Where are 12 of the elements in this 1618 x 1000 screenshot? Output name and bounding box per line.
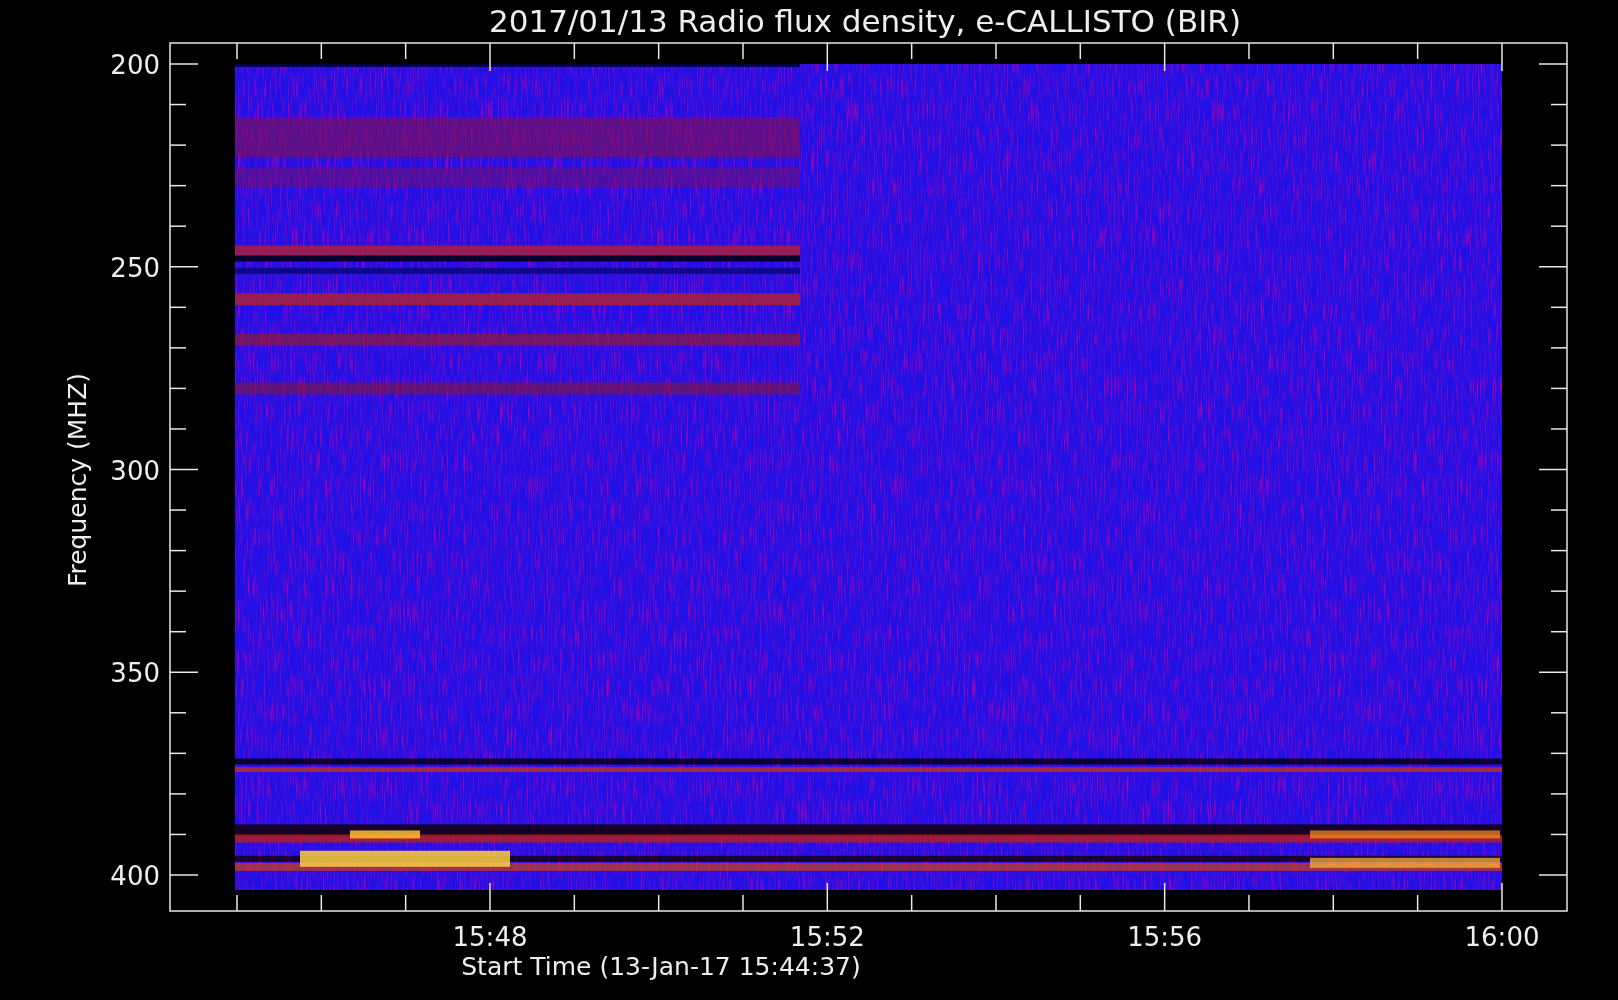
y-tick-label: 250 [110, 252, 160, 283]
y-tick-label: 400 [110, 861, 160, 891]
x-tick-label: 15:56 [1127, 922, 1203, 952]
y-tick-label: 200 [110, 50, 160, 80]
x-tick-label: 15:48 [452, 922, 528, 952]
x-tick-label: 15:52 [789, 922, 865, 952]
y-tick-label: 350 [110, 658, 160, 689]
chart-title: 2017/01/13 Radio flux density, e-CALLISTO (BIR) [489, 3, 1241, 39]
y-tick-label: 300 [110, 455, 160, 486]
x-axis-label: Start Time (13-Jan-17 15:44:37) [461, 952, 861, 981]
x-tick-label: 16:00 [1464, 922, 1540, 952]
y-axis-label: Frequency (MHZ) [63, 372, 92, 588]
